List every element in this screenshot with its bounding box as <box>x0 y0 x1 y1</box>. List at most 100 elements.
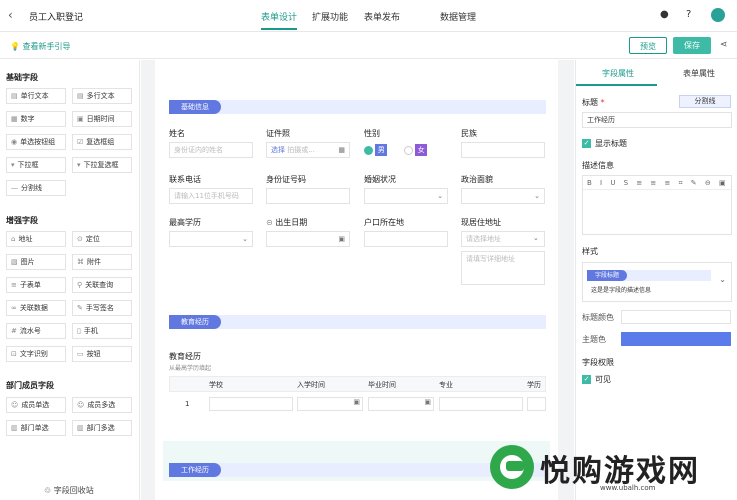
label-political: 政治面貌 <box>461 175 493 184</box>
gender-female-option[interactable]: 女 <box>404 144 428 156</box>
field-dropdown[interactable]: ▾ 下拉框 <box>6 157 66 173</box>
title-input[interactable]: 工作经历 <box>582 112 732 128</box>
share-icon[interactable]: ⋖ <box>720 40 728 50</box>
field-attachment[interactable]: ⌘ 附件 <box>72 254 132 270</box>
marital-select[interactable]: ⌄ <box>364 188 448 204</box>
field-subform[interactable]: ≡ 子表单 <box>6 277 66 293</box>
save-button[interactable]: 保存 <box>673 37 711 54</box>
field-datetime[interactable]: ▣ 日期时间 <box>72 111 132 127</box>
notification-icon[interactable]: ● <box>660 9 669 20</box>
style-selector[interactable]: 字段标题 这是是字段的描述信息 ⌄ <box>582 262 732 302</box>
section-basic-info[interactable]: 基础信息 <box>169 100 546 114</box>
field-label: 部门单选 <box>20 424 49 432</box>
field-multi-text[interactable]: ▤ 多行文本 <box>72 88 132 104</box>
field-label: 子表单 <box>19 281 41 289</box>
field-serial-number[interactable]: # 流水号 <box>6 323 66 339</box>
field-signature[interactable]: ✎ 手写签名 <box>72 300 132 316</box>
visible-checkbox[interactable]: ✓ 可见 <box>582 374 611 385</box>
col-school: 学校 <box>209 381 223 389</box>
field-label: 地址 <box>18 235 33 243</box>
label-birth-date: ⊝ 出生日期 <box>266 217 307 228</box>
field-phone[interactable]: ▯ 手机 <box>72 323 132 339</box>
field-member-single[interactable]: ☺ 成员单选 <box>6 397 66 413</box>
grad-date-cell[interactable]: ▣ <box>368 397 434 411</box>
chevron-down-icon: ⌄ <box>533 234 539 242</box>
field-number[interactable]: ▦ 数字 <box>6 111 66 127</box>
ethnic-input[interactable] <box>461 142 545 158</box>
field-dropdown-multi[interactable]: ▾ 下拉复选框 <box>72 157 132 173</box>
field-label: 关联查询 <box>85 281 114 289</box>
section-education[interactable]: 教育经历 <box>169 315 546 329</box>
field-checkbox-group[interactable]: ☑ 复选框组 <box>72 134 132 150</box>
field-location[interactable]: ⊙ 定位 <box>72 231 132 247</box>
show-title-checkbox[interactable]: ✓ 显示标题 <box>582 138 627 149</box>
link-icon: ⊝ <box>266 218 273 227</box>
field-label: 按钮 <box>86 350 101 358</box>
calendar-icon: ▣ <box>424 398 431 406</box>
chevron-down-icon: ⌄ <box>242 235 248 243</box>
title-color-label: 标题颜色 <box>582 313 614 322</box>
political-select[interactable]: ⌄ <box>461 188 545 204</box>
tab-form-design[interactable]: 表单设计 <box>261 10 297 23</box>
field-recycle-bin[interactable]: ♲ 字段回收站 <box>44 485 94 496</box>
label-hukou: 户口所在地 <box>364 218 404 227</box>
form-paper: 基础信息 姓名 身份证内的姓名 证件照 选择 拍摄或... ▦ 性别 男 女 民族… <box>155 60 558 500</box>
divider-type-badge[interactable]: 分割线 <box>679 95 731 108</box>
field-dept-multi[interactable]: ▥ 部门多选 <box>72 420 132 436</box>
field-label: 文字识别 <box>19 350 48 358</box>
tab-form-props[interactable]: 表单属性 <box>683 68 715 79</box>
degree-cell[interactable] <box>527 397 546 411</box>
guide-link[interactable]: 💡 查看新手引导 <box>10 41 71 52</box>
hukou-input[interactable] <box>364 231 448 247</box>
field-related-query[interactable]: ⚲ 关联查询 <box>72 277 132 293</box>
field-address[interactable]: ⌂ 地址 <box>6 231 66 247</box>
school-cell[interactable] <box>209 397 293 411</box>
major-cell[interactable] <box>439 397 523 411</box>
editor-toolbar[interactable]: B I U S ≡ ≡ ≡ ⌗ ✎ ⊖ ▣ <box>583 176 731 190</box>
field-label: 单选按钮组 <box>20 138 56 146</box>
subform-icon: ≡ <box>11 281 17 289</box>
section-tag: 工作经历 <box>169 463 221 477</box>
field-single-text[interactable]: ▤ 单行文本 <box>6 88 66 104</box>
field-dept-single[interactable]: ▥ 部门单选 <box>6 420 66 436</box>
field-member-multi[interactable]: ☺ 成员多选 <box>72 397 132 413</box>
id-number-input[interactable] <box>266 188 350 204</box>
number-icon: ▦ <box>11 115 18 123</box>
help-icon[interactable]: ? <box>686 9 691 20</box>
enroll-date-cell[interactable]: ▣ <box>297 397 363 411</box>
phone-input[interactable]: 请输入11位手机号码 <box>169 188 253 204</box>
tab-field-props[interactable]: 字段属性 <box>602 68 634 79</box>
divider-icon: — <box>11 184 18 192</box>
tab-data-management[interactable]: 数据管理 <box>440 10 476 23</box>
theme-color-picker[interactable] <box>621 332 731 346</box>
field-divider[interactable]: — 分割线 <box>6 180 66 196</box>
back-icon[interactable]: ‹ <box>8 8 13 22</box>
show-title-label: 显示标题 <box>595 139 627 148</box>
birth-date-picker[interactable]: ▣ <box>266 231 350 247</box>
watermark-url: www.ubalh.com <box>600 484 656 492</box>
tab-publish[interactable]: 表单发布 <box>364 10 400 23</box>
field-button[interactable]: ▭ 按钮 <box>72 346 132 362</box>
attachment-icon: ⌘ <box>77 258 84 266</box>
field-radio-group[interactable]: ◉ 单选按钮组 <box>6 134 66 150</box>
field-related-data[interactable]: ∞ 关联数据 <box>6 300 66 316</box>
table-header <box>169 376 546 392</box>
gender-male-option[interactable]: 男 <box>364 144 388 156</box>
label-id-number: 身份证号码 <box>266 175 306 184</box>
preview-button[interactable]: 预览 <box>629 37 667 54</box>
properties-panel: 字段属性 表单属性 标题 * 分割线 工作经历 ✓ 显示标题 描述信息 B I U… <box>575 60 737 500</box>
dropdown-icon: ▾ <box>77 161 81 169</box>
avatar[interactable] <box>711 8 725 22</box>
title-color-picker[interactable] <box>621 310 731 324</box>
field-ocr[interactable]: ⊡ 文字识别 <box>6 346 66 362</box>
education-select[interactable]: ⌄ <box>169 231 253 247</box>
text-icon: ▤ <box>11 92 18 100</box>
name-input[interactable]: 身份证内的姓名 <box>169 142 253 158</box>
id-photo-upload[interactable]: 选择 拍摄或... ▦ <box>266 142 350 158</box>
radio-icon <box>404 145 413 155</box>
field-image[interactable]: ▧ 图片 <box>6 254 66 270</box>
address-detail-input[interactable]: 请填写详细地址 <box>461 251 545 285</box>
calendar-icon: ▣ <box>338 235 345 243</box>
desc-editor[interactable]: B I U S ≡ ≡ ≡ ⌗ ✎ ⊖ ▣ <box>582 175 732 235</box>
tab-extensions[interactable]: 扩展功能 <box>312 10 348 23</box>
